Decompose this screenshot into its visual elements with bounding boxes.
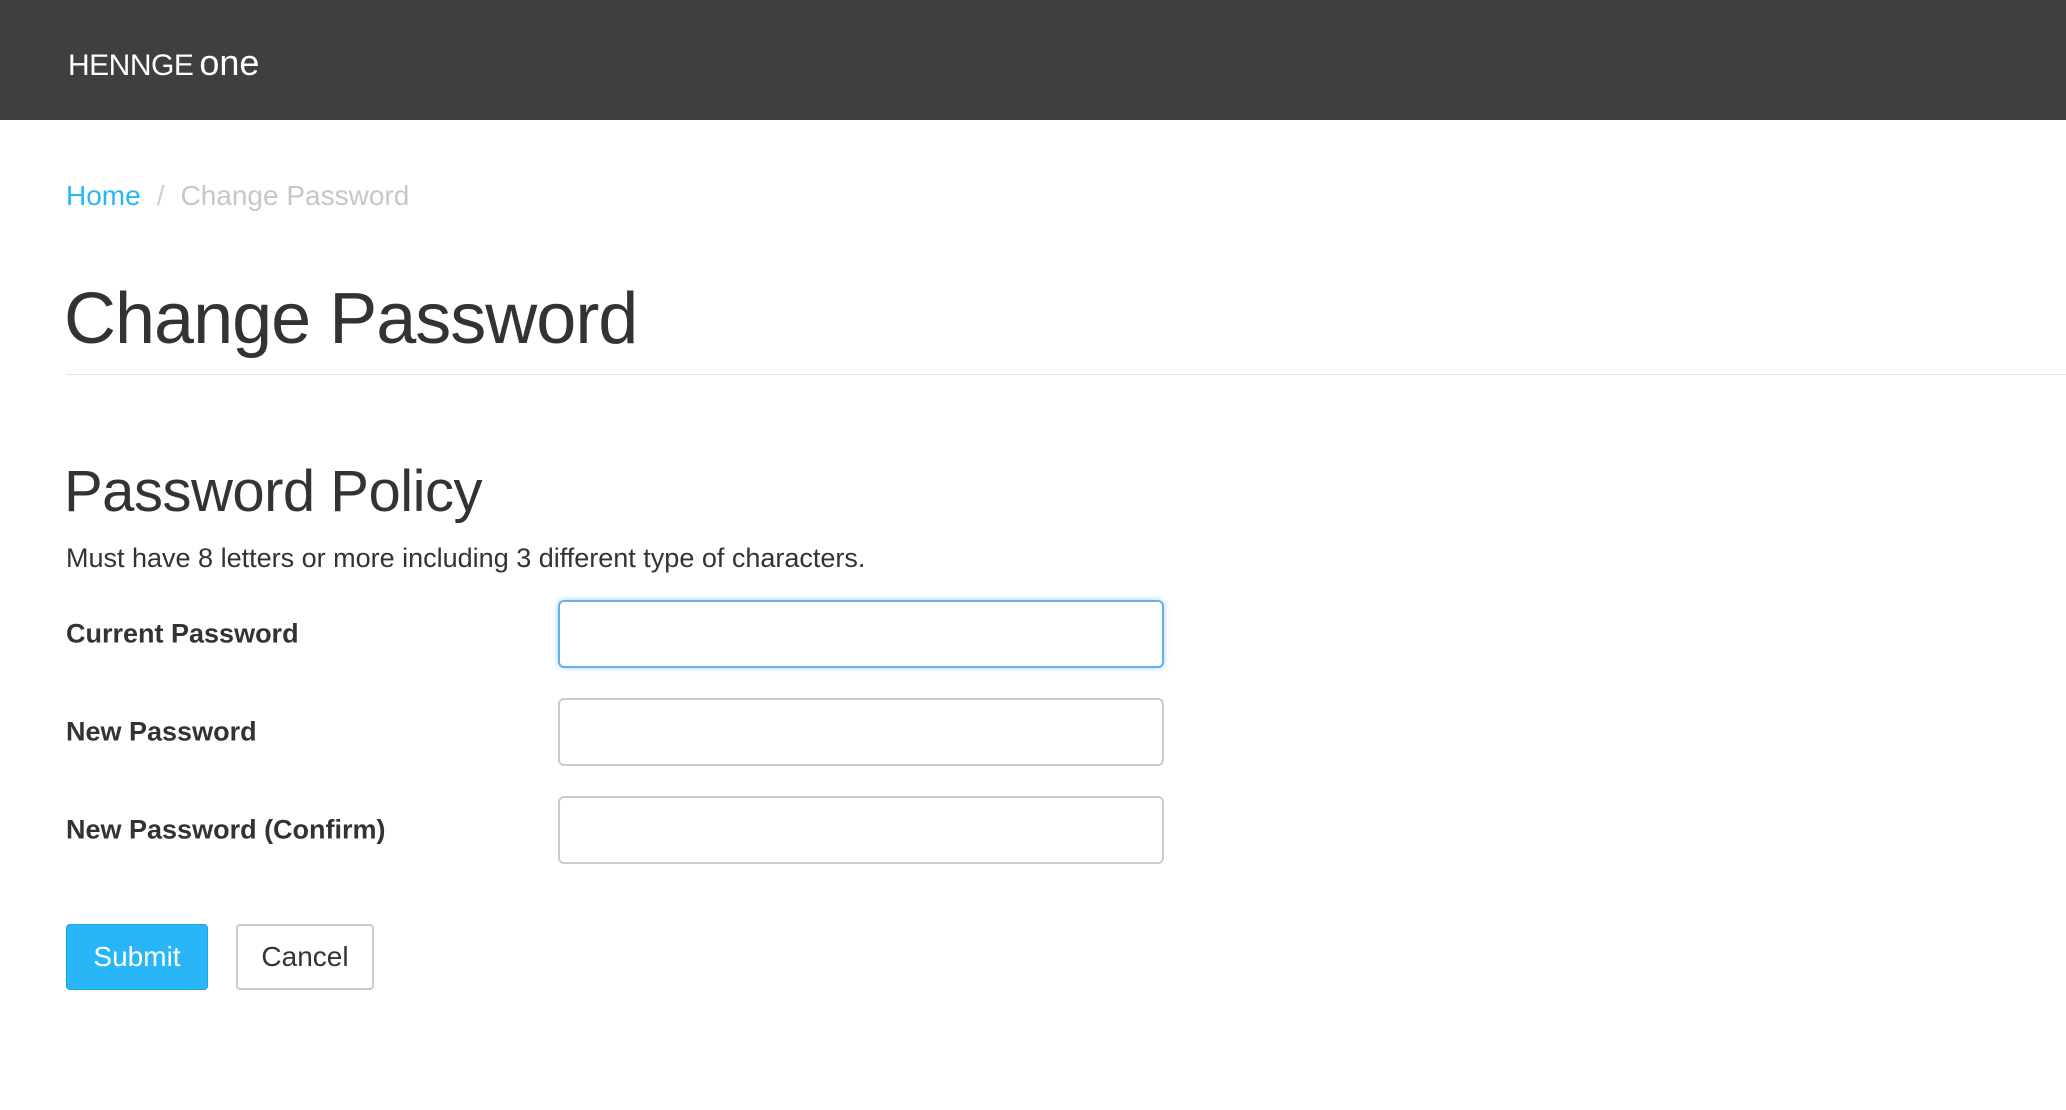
new-password-input[interactable] (558, 698, 1164, 766)
logo-text-main: HENNGE (68, 49, 194, 82)
current-password-input[interactable] (558, 600, 1164, 668)
breadcrumb: Home / Change Password (66, 180, 409, 212)
breadcrumb-separator: / (156, 180, 165, 211)
password-policy-heading: Password Policy (64, 459, 482, 524)
breadcrumb-home-link[interactable]: Home (66, 180, 141, 211)
page-title: Change Password (64, 279, 638, 359)
submit-button[interactable]: Submit (66, 924, 208, 990)
current-password-row: Current Password (66, 600, 1166, 668)
new-password-label: New Password (66, 716, 257, 747)
title-divider (66, 374, 2066, 375)
logo-text-sub: one (199, 42, 260, 83)
cancel-button[interactable]: Cancel (236, 924, 374, 990)
confirm-password-label: New Password (Confirm) (66, 814, 386, 845)
confirm-password-row: New Password (Confirm) (66, 796, 1166, 864)
confirm-password-input[interactable] (558, 796, 1164, 864)
current-password-label: Current Password (66, 618, 299, 649)
password-policy-description: Must have 8 letters or more including 3 … (66, 543, 866, 573)
henngeone-logo[interactable]: HENNGE one (68, 42, 259, 84)
top-navigation-bar: HENNGE one (0, 0, 2066, 120)
new-password-row: New Password (66, 698, 1166, 766)
breadcrumb-current: Change Password (180, 180, 410, 211)
